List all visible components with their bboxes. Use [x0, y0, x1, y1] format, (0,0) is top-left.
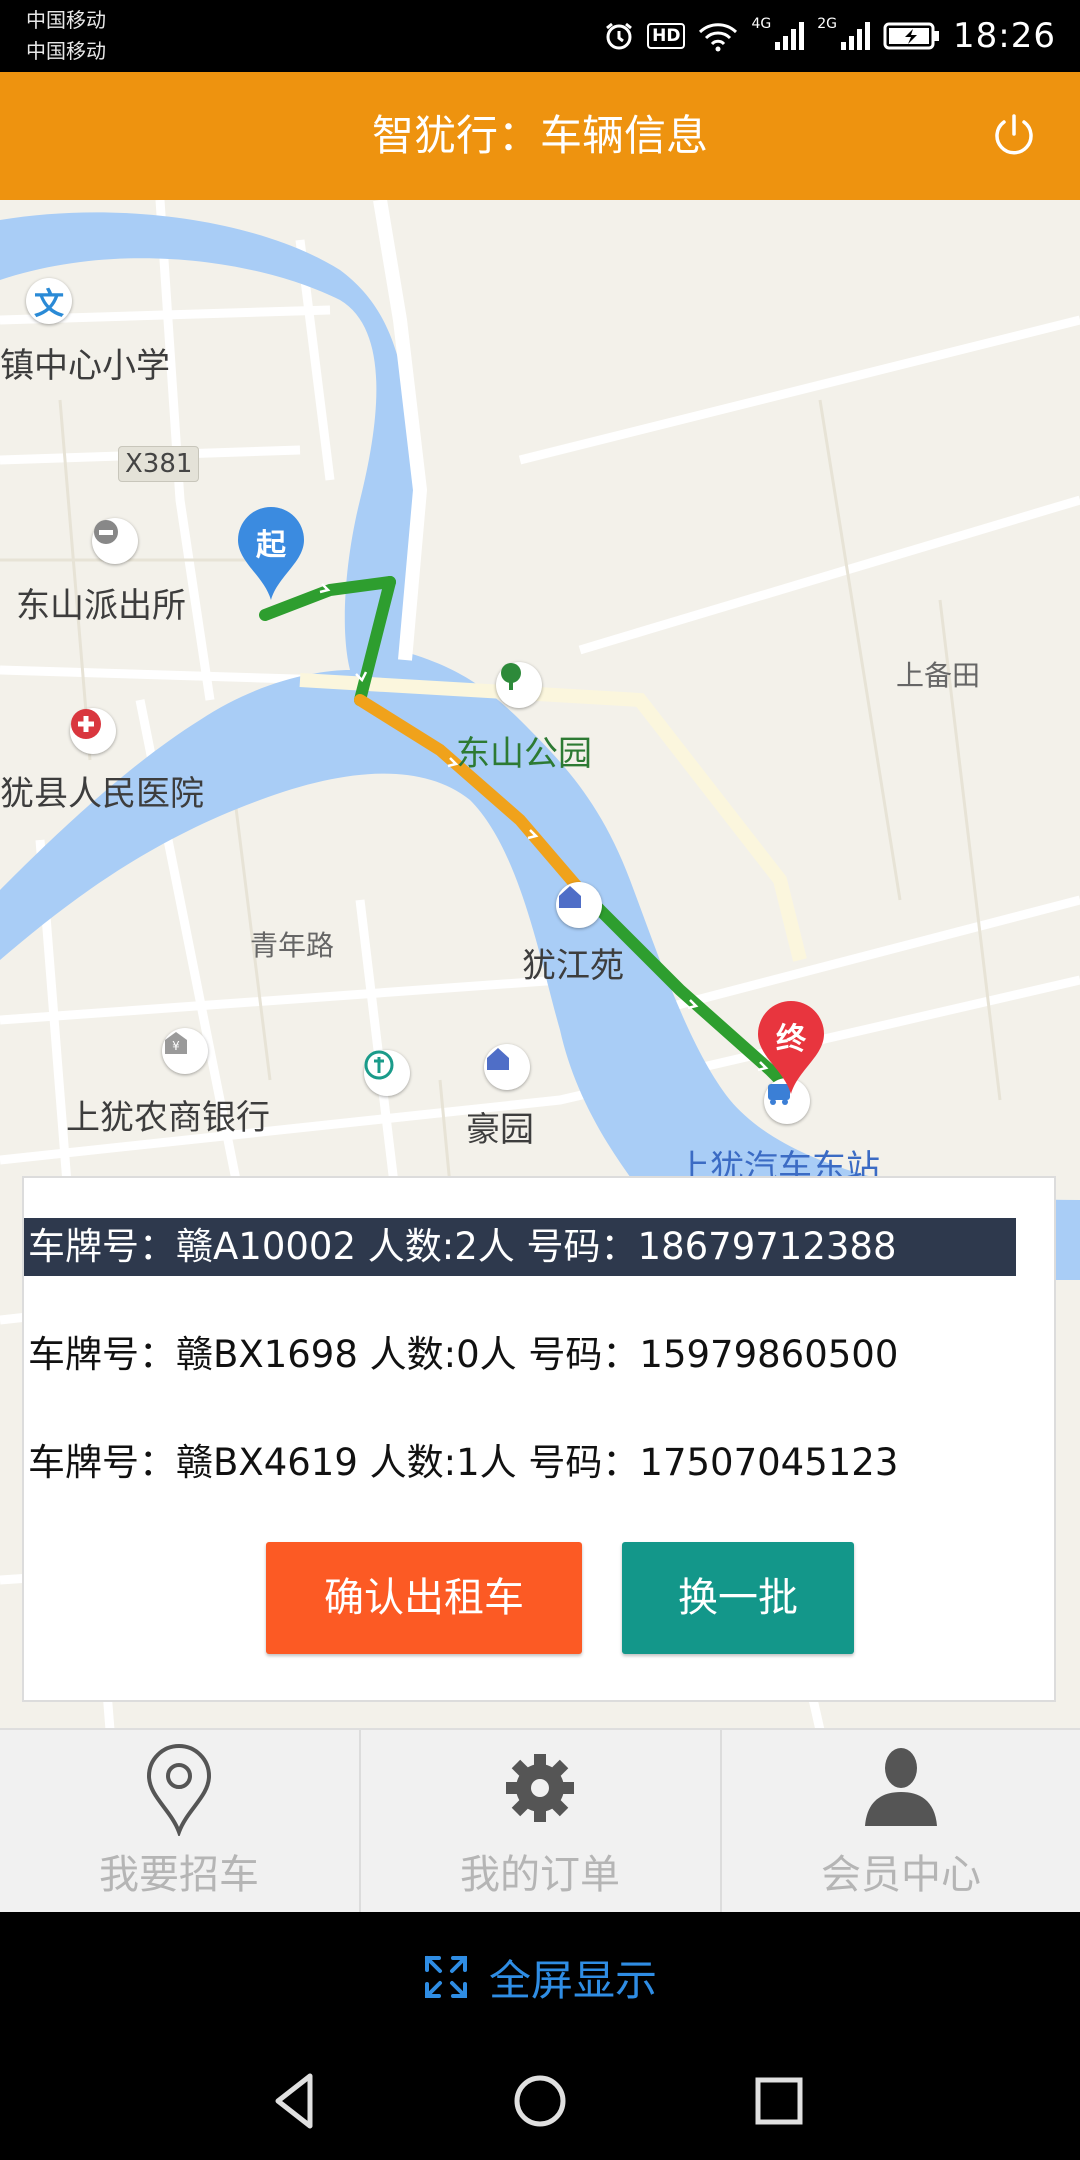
system-nav-bar — [0, 2042, 1080, 2160]
residence-poi-icon-2 — [484, 1044, 530, 1090]
map-label-youjiangyuan: 犹江苑 — [522, 946, 624, 986]
alarm-icon — [606, 22, 633, 50]
start-marker-label: 起 — [256, 528, 286, 563]
end-marker-label: 终 — [776, 1022, 806, 1057]
map-label-hospital: 犹县人民医院 — [0, 774, 204, 814]
fullscreen-bar: 全屏显示 — [0, 1912, 1080, 2042]
bottom-tab-bar: 我要招车 我的订单 会员中心 — [0, 1728, 1080, 1914]
power-icon[interactable] — [988, 110, 1040, 162]
back-icon[interactable] — [264, 2068, 330, 2134]
bank-poi-icon: ¥ — [162, 1028, 208, 1074]
tab-member-center[interactable]: 会员中心 — [722, 1730, 1080, 1914]
fullscreen-button[interactable]: 全屏显示 — [0, 1912, 1080, 2042]
carrier-label-2: 中国移动 — [26, 39, 106, 63]
hd-badge: HD — [647, 23, 686, 49]
residence-poi-icon-1 — [556, 882, 602, 928]
vehicle-row[interactable]: 车牌号：赣BX4619 人数:1人 号码：17507045123 — [24, 1434, 1016, 1492]
bank-logo-icon — [364, 1050, 410, 1096]
fullscreen-label: 全屏显示 — [488, 1955, 657, 2005]
map-road-code: X381 — [118, 446, 200, 482]
map-label-police: 东山派出所 — [16, 586, 186, 626]
wifi-icon — [699, 23, 738, 52]
vehicle-row[interactable]: 车牌号：赣A10002 人数:2人 号码：18679712388 — [24, 1218, 1016, 1276]
vehicle-list-panel: 车牌号：赣A10002 人数:2人 号码：18679712388 车牌号：赣BX… — [22, 1176, 1056, 1702]
confirm-taxi-button[interactable]: 确认出租车 — [266, 1542, 582, 1654]
svg-text:¥: ¥ — [172, 1039, 180, 1053]
park-poi-icon — [496, 662, 542, 708]
tab-label: 我的订单 — [460, 1852, 620, 1898]
police-poi-icon — [92, 518, 138, 564]
tab-label: 会员中心 — [821, 1852, 981, 1898]
user-icon — [865, 1748, 937, 1826]
home-icon[interactable] — [507, 2068, 573, 2134]
signal-icon-1 — [775, 22, 805, 50]
network-4g-label: 4G — [751, 16, 772, 32]
school-poi-icon: 文 — [26, 278, 72, 324]
expand-icon — [424, 1956, 467, 1998]
map-label-school: 镇中心小学 — [0, 346, 170, 386]
map-label-qingnian-road: 青年路 — [250, 929, 335, 962]
tab-my-orders[interactable]: 我的订单 — [361, 1730, 719, 1914]
gear-icon — [506, 1754, 574, 1822]
network-2g-label: 2G — [817, 16, 838, 32]
vehicle-row[interactable]: 车牌号：赣BX1698 人数:0人 号码：15979860500 — [24, 1326, 1016, 1384]
end-marker[interactable]: 终 — [754, 1000, 828, 1096]
status-bar: 中国移动 中国移动 HD 4G 2G 18:26 — [0, 0, 1080, 72]
signal-icon-2 — [841, 22, 871, 50]
status-icons: HD 4G 2G 18:26 — [603, 12, 1056, 60]
battery-icon — [883, 22, 940, 50]
title-bar: 智犹行：车辆信息 — [0, 72, 1080, 200]
map-label-haoyuan: 豪园 — [466, 1110, 534, 1150]
location-pin-icon — [146, 1744, 212, 1836]
tab-call-taxi[interactable]: 我要招车 — [0, 1730, 358, 1914]
clock: 18:26 — [953, 16, 1056, 56]
map-label-bank: 上犹农商银行 — [66, 1098, 270, 1138]
page-title: 智犹行：车辆信息 — [371, 111, 708, 160]
tab-label: 我要招车 — [99, 1852, 259, 1898]
carrier-label-1: 中国移动 — [26, 8, 106, 32]
recents-icon[interactable] — [746, 2068, 812, 2134]
map-label-park: 东山公园 — [456, 734, 592, 774]
refresh-batch-button[interactable]: 换一批 — [622, 1542, 854, 1654]
hospital-poi-icon — [70, 708, 116, 754]
map-label-shangbeitian: 上备田 — [896, 659, 981, 692]
start-marker[interactable]: 起 — [234, 506, 308, 602]
